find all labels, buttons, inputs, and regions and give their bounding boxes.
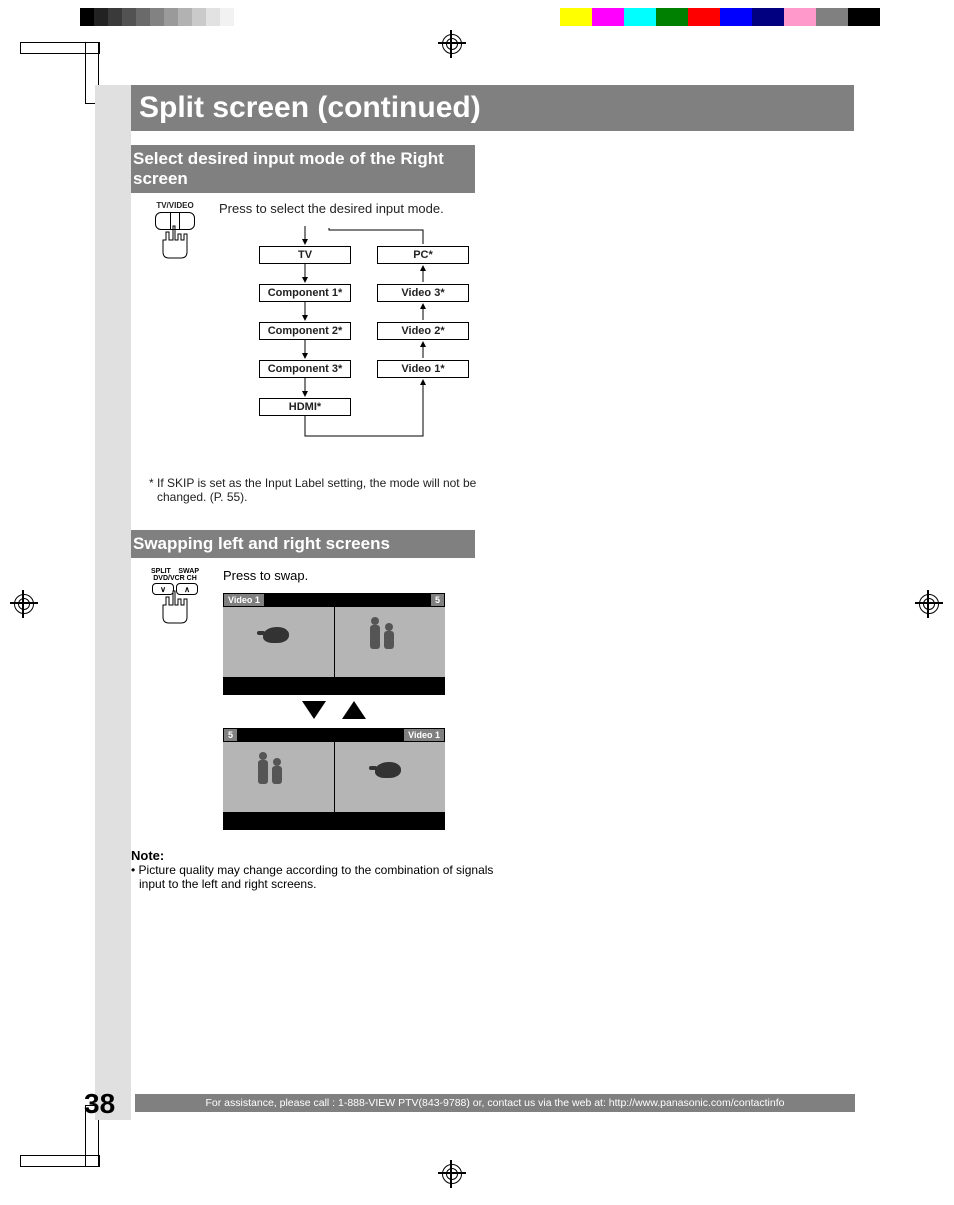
flow-box: HDMI* [259, 398, 351, 416]
footnote-text: * If SKIP is set as the Input Label sett… [149, 476, 499, 504]
split-screen-after: 5 Video 1 [223, 728, 445, 830]
split-screen-before: Video 1 5 [223, 593, 445, 695]
flow-box: Video 3* [377, 284, 469, 302]
triangle-down-icon [302, 701, 326, 719]
right-label: Video 1 [403, 728, 445, 742]
left-picture [223, 607, 334, 677]
section-heading-input-mode: Select desired input mode of the Right s… [125, 145, 475, 193]
right-label: 5 [430, 593, 445, 607]
section-heading-swap: Swapping left and right screens [125, 530, 475, 558]
down-button-icon: ∨ [152, 583, 174, 595]
note-block: Note: • Picture quality may change accor… [125, 848, 495, 891]
footer-assistance-bar: For assistance, please call : 1-888-VIEW… [135, 1094, 855, 1112]
swap-label: SWAP [178, 568, 199, 575]
page-number: 38 [84, 1088, 115, 1120]
flow-box: Component 3* [259, 360, 351, 378]
flow-box: Video 1* [377, 360, 469, 378]
note-body: • Picture quality may change according t… [131, 863, 495, 891]
dvd-vcr-ch-label: DVD/VCR CH [151, 575, 199, 582]
instruction-text: Press to select the desired input mode. [219, 201, 854, 216]
left-label: 5 [223, 728, 238, 742]
split-label: SPLIT [151, 568, 171, 575]
registration-mark-icon [438, 1160, 466, 1188]
button-label: TV/VIDEO [145, 201, 205, 210]
crop-mark-icon [20, 1155, 100, 1167]
flow-box: Component 2* [259, 322, 351, 340]
flow-box: PC* [377, 246, 469, 264]
left-picture [223, 742, 334, 812]
flow-box: TV [259, 246, 351, 264]
flow-box: Component 1* [259, 284, 351, 302]
left-label: Video 1 [223, 593, 265, 607]
remote-button-icon [155, 212, 195, 230]
triangle-up-icon [342, 701, 366, 719]
note-title: Note: [131, 848, 164, 863]
swap-arrows-icon [223, 701, 445, 722]
swap-button-diagram: SPLIT SWAP DVD/VCR CH ∨∧ [145, 568, 205, 830]
flow-box: Video 2* [377, 322, 469, 340]
right-picture [334, 742, 446, 812]
up-button-icon: ∧ [176, 583, 198, 595]
page-title: Split screen (continued) [125, 85, 854, 131]
left-gray-margin [95, 85, 131, 1120]
instruction-text: Press to swap. [223, 568, 445, 583]
right-picture [334, 607, 446, 677]
tv-video-button-diagram: TV/VIDEO [145, 201, 205, 456]
input-mode-flow-diagram: TV Component 1* Component 2* Component 3… [259, 226, 469, 456]
